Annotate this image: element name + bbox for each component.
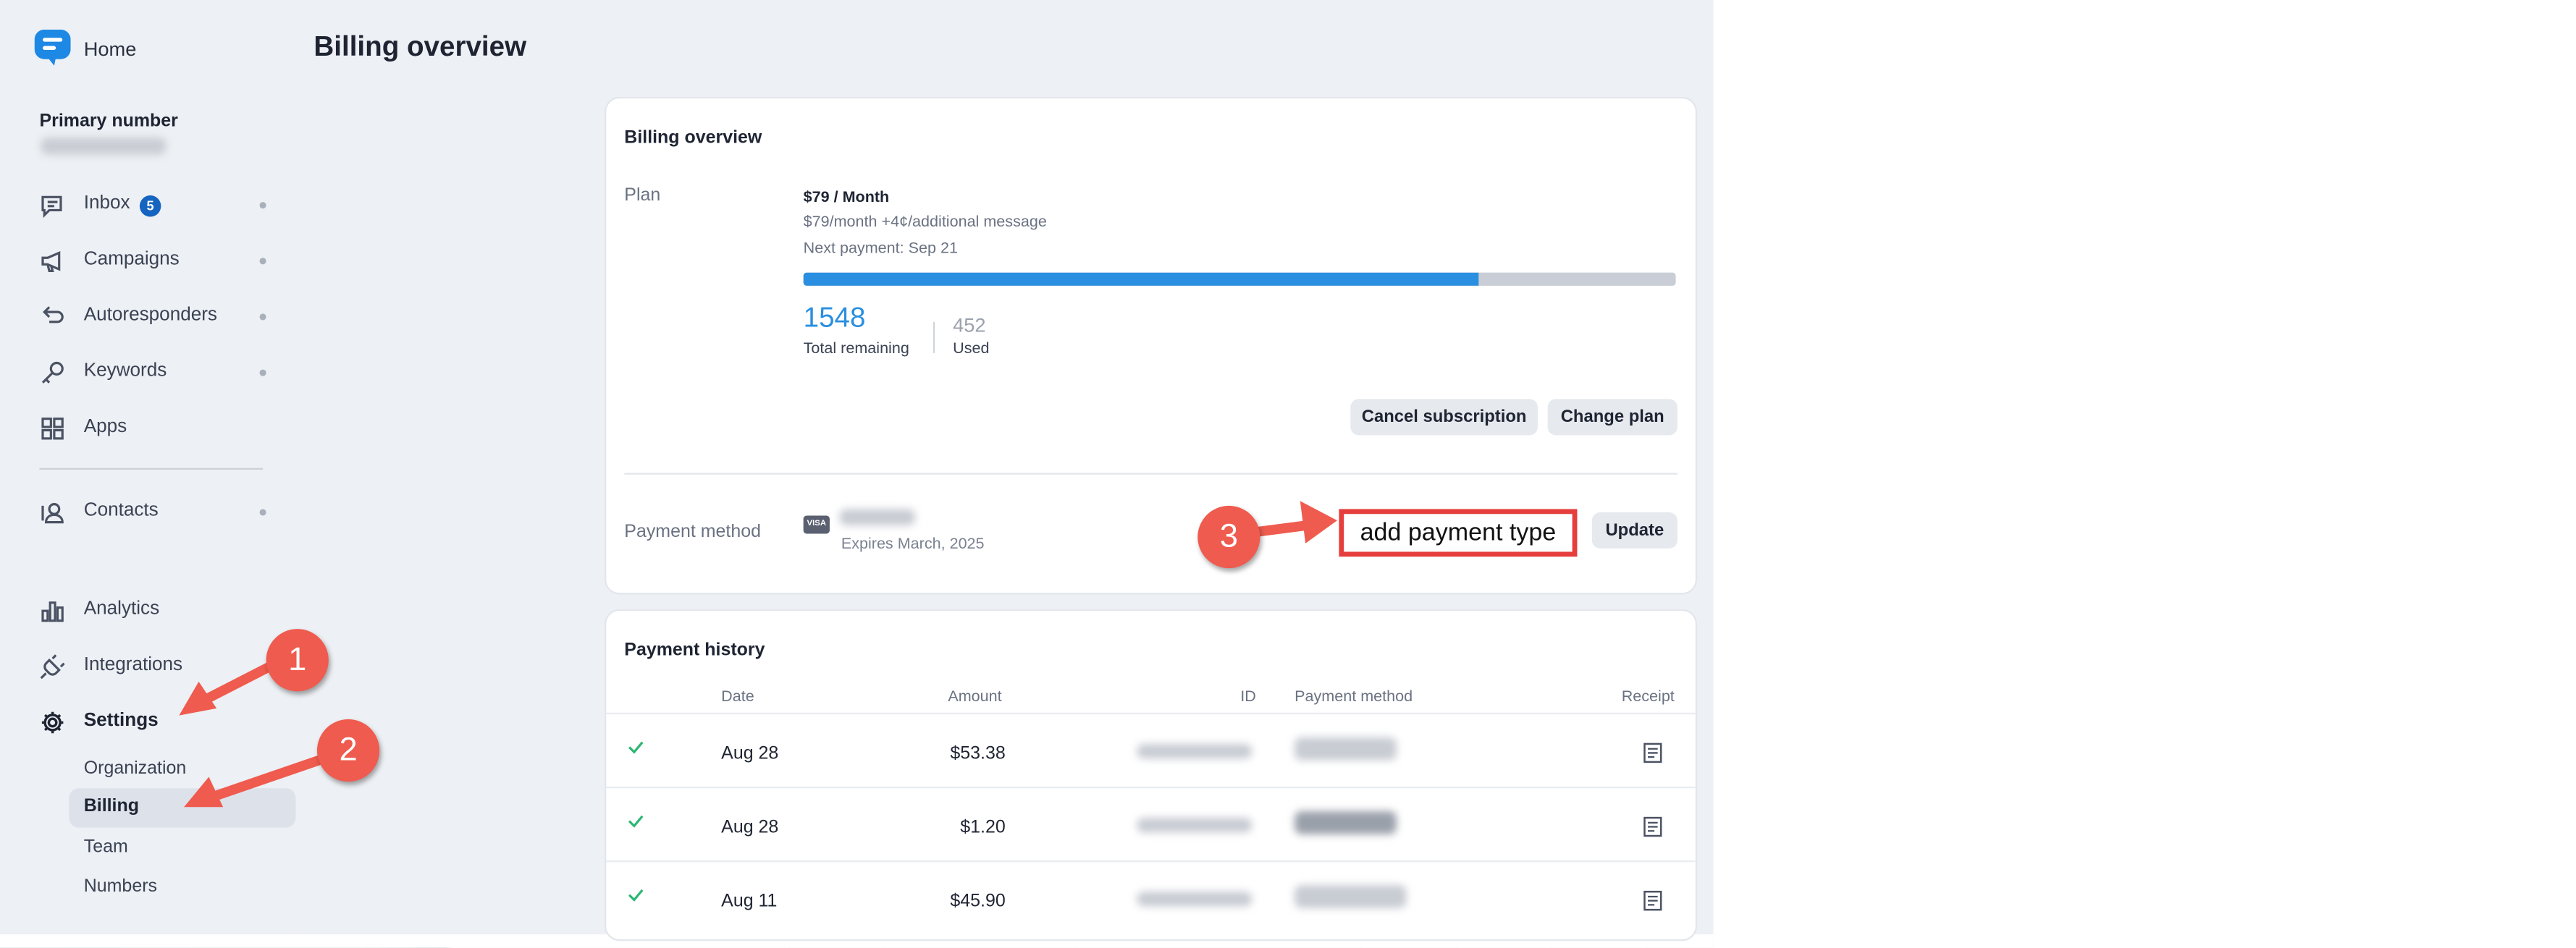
- sidebar-item-label: Contacts: [83, 501, 159, 521]
- step-1-marker: 1: [266, 629, 329, 692]
- plan-label: Plan: [624, 185, 661, 206]
- inbox-unread-badge: 5: [139, 195, 161, 217]
- payment-history-card: Payment history Date Amount ID Payment m…: [606, 611, 1696, 939]
- expand-dot-icon: [259, 258, 266, 265]
- settings-sub-billing[interactable]: Billing: [69, 788, 296, 828]
- used-label: Used: [953, 339, 990, 358]
- expand-dot-icon: [259, 369, 266, 376]
- table-row: Aug 28 $53.38: [606, 712, 1696, 787]
- key-icon: [41, 361, 64, 384]
- col-date: Date: [721, 687, 754, 706]
- sidebar-item-keywords[interactable]: Keywords: [0, 350, 295, 396]
- receipt-icon[interactable]: [1643, 890, 1662, 911]
- gear-icon: [41, 711, 64, 734]
- row-amount: $53.38: [950, 743, 1006, 764]
- check-icon: [628, 815, 644, 828]
- card-divider: [624, 473, 1678, 475]
- sidebar-item-settings[interactable]: Settings: [0, 700, 295, 746]
- remaining-value: 1548: [803, 302, 866, 334]
- row-date: Aug 28: [721, 743, 779, 764]
- app-window: Home Primary number Inbox 5 Campaigns Au…: [0, 0, 1714, 948]
- card-title: Billing overview: [624, 127, 762, 148]
- update-payment-button[interactable]: Update: [1591, 512, 1678, 549]
- col-receipt: Receipt: [1621, 687, 1675, 706]
- contacts-icon: [41, 503, 64, 524]
- app-logo-icon[interactable]: [34, 29, 71, 66]
- sidebar-item-label: Campaigns: [83, 249, 180, 270]
- settings-sub-numbers[interactable]: Numbers: [84, 877, 157, 897]
- usage-progress-bar: [803, 272, 1676, 286]
- sidebar-item-label: Autoresponders: [83, 305, 217, 326]
- row-amount: $45.90: [950, 892, 1006, 912]
- settings-sub-billing-label: Billing: [83, 796, 139, 816]
- cancel-subscription-button[interactable]: Cancel subscription: [1350, 399, 1538, 436]
- sidebar-item-label: Settings: [83, 711, 159, 731]
- inbox-icon: [41, 195, 62, 219]
- col-payment-method: Payment method: [1295, 687, 1413, 706]
- check-icon: [628, 889, 644, 902]
- table-row: Aug 11 $45.90: [606, 860, 1696, 934]
- sidebar-item-autoresponders[interactable]: Autoresponders: [0, 294, 295, 340]
- home-link[interactable]: Home: [84, 38, 137, 61]
- change-plan-button[interactable]: Change plan: [1547, 399, 1678, 436]
- bar-chart-icon: [41, 601, 64, 622]
- row-date: Aug 11: [721, 892, 778, 912]
- card-expiry: Expires March, 2025: [841, 535, 985, 554]
- megaphone-icon: [41, 251, 61, 273]
- primary-number-value-blurred: [41, 137, 167, 155]
- sidebar: Home Primary number Inbox 5 Campaigns Au…: [0, 0, 296, 935]
- card-number-blurred: [839, 509, 915, 526]
- history-title: Payment history: [624, 640, 765, 661]
- plug-icon: [40, 654, 65, 680]
- remaining-label: Total remaining: [803, 339, 909, 358]
- page-title: Billing overview: [313, 31, 527, 63]
- sidebar-item-inbox[interactable]: Inbox 5: [0, 182, 295, 229]
- row-method-blurred: [1295, 811, 1397, 834]
- settings-sub-team[interactable]: Team: [84, 837, 128, 857]
- sidebar-divider: [39, 467, 264, 470]
- sidebar-item-label: Inbox: [83, 193, 130, 213]
- sidebar-item-label: Apps: [83, 417, 127, 437]
- reply-arrows-icon: [43, 306, 64, 323]
- expand-dot-icon: [259, 509, 266, 516]
- sidebar-item-label: Keywords: [83, 361, 167, 381]
- primary-number-label: Primary number: [39, 111, 178, 132]
- sidebar-item-contacts[interactable]: Contacts: [0, 489, 295, 536]
- col-amount: Amount: [948, 687, 1002, 706]
- receipt-icon[interactable]: [1643, 742, 1662, 763]
- payment-method-label: Payment method: [624, 522, 761, 542]
- settings-sub-organization[interactable]: Organization: [84, 758, 187, 778]
- plan-detail: $79/month +4¢/additional message: [803, 213, 1047, 232]
- plan-name: $79 / Month: [803, 188, 890, 207]
- sidebar-item-label: Integrations: [83, 655, 183, 675]
- sidebar-item-analytics[interactable]: Analytics: [0, 588, 295, 634]
- row-id-blurred: [1137, 818, 1253, 833]
- sidebar-item-campaigns[interactable]: Campaigns: [0, 238, 295, 284]
- expand-dot-icon: [259, 202, 266, 209]
- receipt-icon[interactable]: [1643, 816, 1662, 837]
- sidebar-item-label: Analytics: [83, 599, 160, 619]
- used-value: 452: [953, 313, 986, 337]
- row-date: Aug 28: [721, 818, 779, 838]
- step-2-marker: 2: [316, 719, 380, 782]
- col-id: ID: [1240, 687, 1256, 706]
- check-icon: [628, 741, 644, 754]
- row-method-blurred: [1295, 737, 1397, 761]
- expand-dot-icon: [259, 313, 266, 321]
- usage-progress-fill: [803, 272, 1479, 286]
- next-payment: Next payment: Sep 21: [803, 240, 958, 258]
- usage-divider: [933, 321, 935, 353]
- sidebar-item-integrations[interactable]: Integrations: [0, 644, 295, 690]
- row-amount: $1.20: [960, 818, 1006, 838]
- sidebar-item-apps[interactable]: Apps: [0, 405, 295, 452]
- visa-card-icon: VISA: [803, 515, 830, 534]
- row-method-blurred: [1295, 885, 1407, 908]
- row-id-blurred: [1137, 743, 1253, 759]
- add-payment-type-callout: add payment type: [1339, 509, 1578, 557]
- row-id-blurred: [1137, 892, 1253, 907]
- table-row: Aug 28 $1.20: [606, 786, 1696, 860]
- apps-grid-icon: [41, 418, 64, 440]
- step-3-marker: 3: [1197, 505, 1260, 569]
